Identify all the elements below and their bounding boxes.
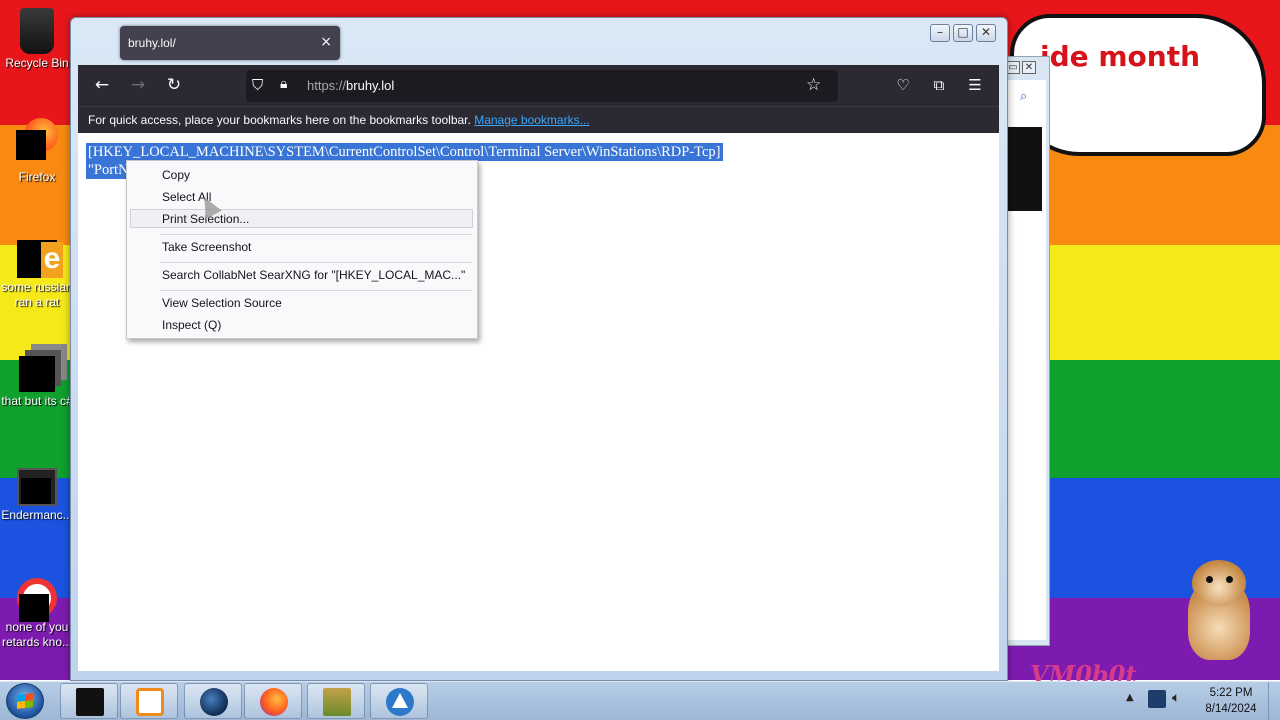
menu-icon[interactable]: ☰	[965, 76, 985, 94]
desktop-icon-firefox[interactable]: Firefox	[1, 118, 73, 185]
firefox-icon	[260, 688, 288, 716]
desktop-icon-csharp[interactable]: that but its c#	[1, 350, 73, 409]
restore-icon[interactable]: ▭	[1006, 61, 1020, 74]
menu-item-view-selection-source[interactable]: View Selection Source	[162, 296, 282, 310]
forward-button[interactable]: →	[127, 75, 149, 95]
search-icon[interactable]: ⌕	[1020, 89, 1027, 104]
desktop-icon-endermanch[interactable]: Endermanc...	[1, 464, 73, 523]
window-app-icon	[17, 468, 57, 506]
hamster-image	[1180, 560, 1260, 660]
menu-separator	[160, 234, 472, 235]
volume-icon[interactable]: 🔈︎	[1172, 690, 1190, 708]
menu-separator	[160, 262, 472, 263]
bookmarks-message: For quick access, place your bookmarks h…	[88, 113, 471, 127]
desktop-icon-label: Endermanc...	[1, 508, 73, 522]
lock-icon[interactable]: 🔒︎	[280, 76, 287, 92]
bookmark-star-icon[interactable]: ☆	[806, 75, 821, 95]
globe-icon	[200, 688, 228, 716]
stacked-windows-icon	[19, 356, 55, 392]
desktop-icon-none-of-you[interactable]: none of you retards kno...	[1, 576, 73, 650]
network-icon[interactable]	[1148, 690, 1166, 708]
red-ring-icon	[17, 578, 57, 622]
taskbar-button-media-player[interactable]	[120, 683, 178, 719]
menu-item-search[interactable]: Search CollabNet SearXNG for "[HKEY_LOCA…	[162, 268, 465, 282]
menu-item-take-screenshot[interactable]: Take Screenshot	[162, 240, 251, 254]
triangle-app-icon	[386, 688, 414, 716]
extensions-icon[interactable]: ⧉	[929, 76, 949, 94]
pocket-icon[interactable]: ♡	[893, 76, 913, 94]
recycle-bin-icon	[20, 8, 54, 54]
taskbar-button-triangle-app[interactable]	[370, 683, 428, 719]
reload-button[interactable]: ↻	[163, 75, 185, 95]
speech-bubble-text: ide month	[1040, 40, 1201, 73]
menu-item-copy[interactable]: Copy	[162, 168, 190, 182]
desktop-icon-label: Recycle Bin	[5, 56, 69, 70]
menu-item-inspect[interactable]: Inspect (Q)	[162, 318, 221, 332]
taskbar-button-terminal[interactable]	[60, 683, 118, 719]
show-desktop-button[interactable]	[1268, 682, 1280, 720]
terminal-icon	[76, 688, 104, 716]
media-player-icon	[136, 688, 164, 716]
firefox-icon	[14, 118, 60, 168]
bookmarks-toolbar: For quick access, place your bookmarks h…	[78, 106, 999, 133]
desktop-icon-label: none of you retards kno...	[1, 620, 73, 649]
taskbar-button-firefox[interactable]	[244, 683, 302, 719]
tab-close-icon[interactable]: ×	[320, 34, 332, 50]
url-text[interactable]: https://bruhy.lol	[307, 78, 394, 93]
clock-date: 8/14/2024	[1205, 703, 1257, 715]
selected-text-line[interactable]: "PortN	[86, 161, 126, 179]
minimize-button[interactable]: –	[930, 24, 950, 42]
desktop-icon-recycle-bin[interactable]: Recycle Bin	[1, 8, 73, 71]
desktop-icon-label: that but its c#	[1, 394, 73, 408]
tab-title: bruhy.lol/	[128, 36, 176, 50]
close-icon[interactable]: ✕	[1022, 61, 1036, 74]
clock-time: 5:22 PM	[1209, 687, 1253, 699]
url-host: bruhy.lol	[346, 78, 395, 93]
bookmarks-hint: For quick access, place your bookmarks h…	[88, 113, 590, 127]
desktop-icon-label: Firefox	[18, 170, 56, 184]
manage-bookmarks-link[interactable]: Manage bookmarks...	[474, 113, 589, 127]
selected-text-line[interactable]: [HKEY_LOCAL_MACHINE\SYSTEM\CurrentContro…	[86, 143, 723, 161]
taskbar-button-virtualbox[interactable]	[307, 683, 365, 719]
back-button[interactable]: ←	[91, 75, 113, 95]
desktop-icon-label: some russian ran a rat	[1, 280, 73, 309]
background-window-controls: ▭ ✕	[1006, 60, 1038, 74]
taskbar-button-globe[interactable]	[184, 683, 242, 719]
start-button[interactable]	[6, 683, 44, 719]
close-window-button[interactable]: ✕	[976, 24, 996, 42]
background-window-dark-panel	[1008, 127, 1042, 211]
system-clock[interactable]: 5:22 PM 8/14/2024	[1196, 685, 1266, 717]
browser-tab[interactable]: bruhy.lol/ ×	[120, 26, 340, 60]
desktop-icon-russian-rat[interactable]: some russian ran a rat	[1, 236, 73, 310]
virtualbox-icon	[323, 688, 351, 716]
menu-separator	[160, 290, 472, 291]
internet-explorer-icon	[17, 240, 63, 278]
maximize-button[interactable]: □	[953, 24, 973, 42]
shield-icon[interactable]: ⛉	[252, 76, 263, 94]
tray-overflow-icon[interactable]: ▲	[1126, 692, 1134, 703]
url-scheme: https://	[307, 78, 347, 93]
